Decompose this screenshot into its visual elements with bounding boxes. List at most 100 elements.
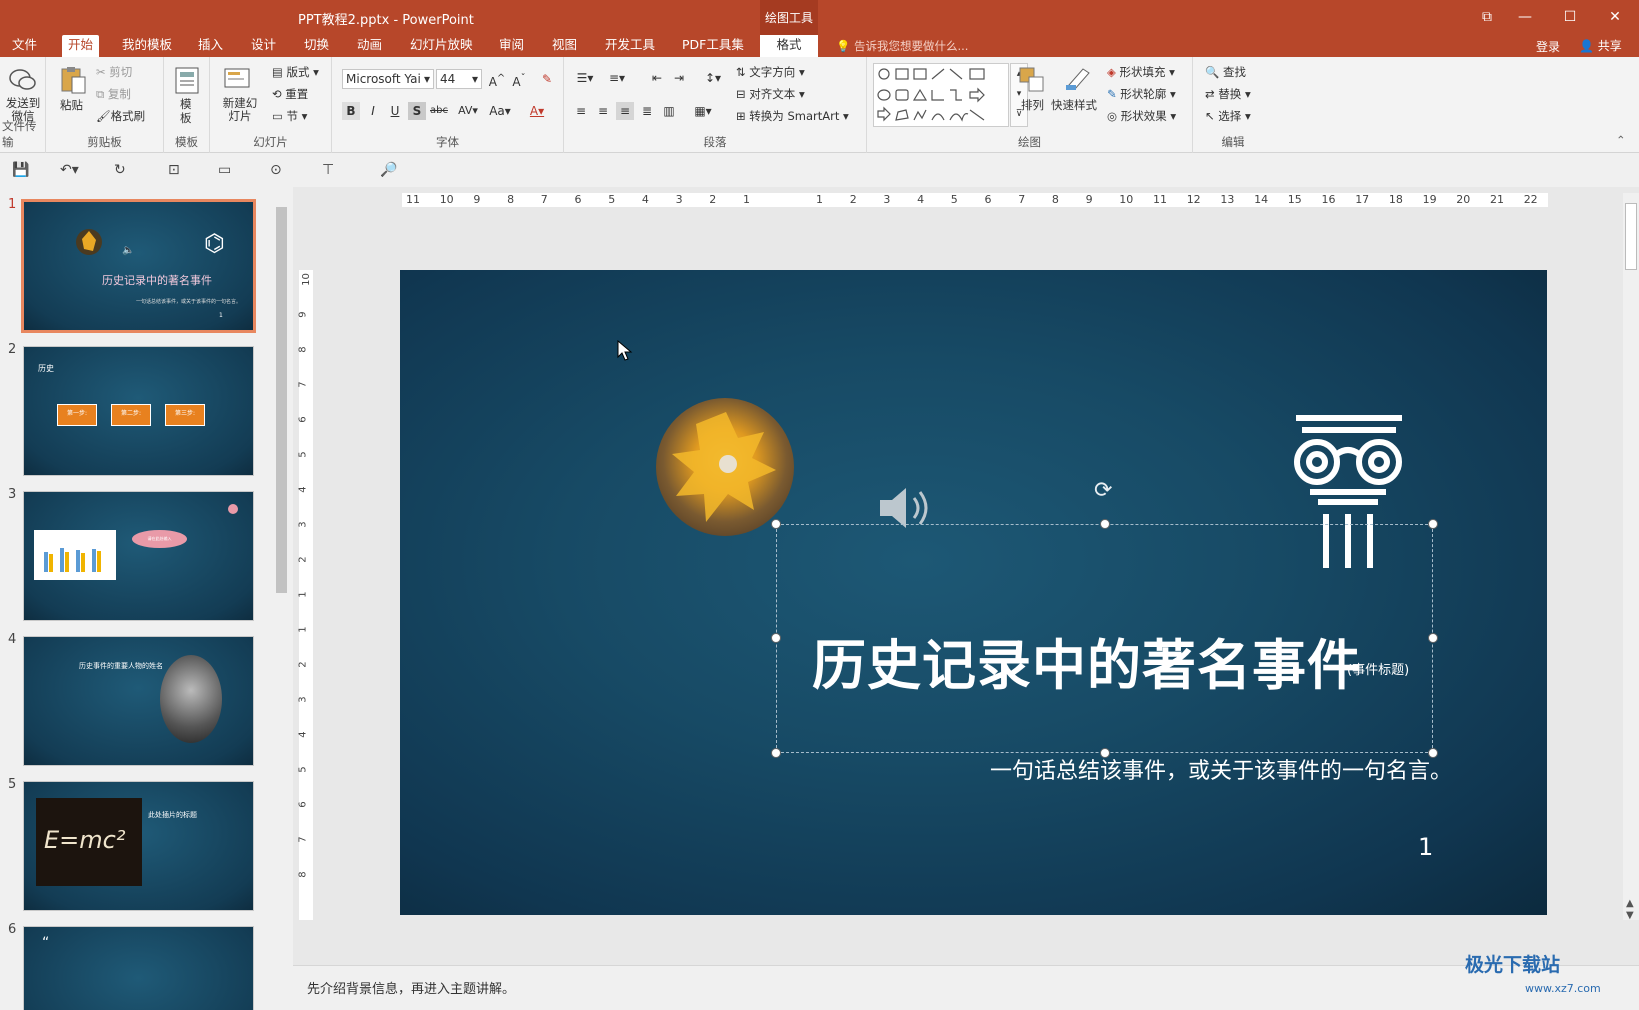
decrease-indent-icon[interactable]: ⇤ (648, 69, 666, 87)
tab-animations[interactable]: 动画 (351, 35, 388, 57)
bullets-icon[interactable]: ☰▾ (572, 69, 598, 87)
redo-icon[interactable]: ↻ (114, 162, 126, 178)
tab-slideshow[interactable]: 幻灯片放映 (404, 35, 479, 57)
copy-button[interactable]: ⧉ 复制 (96, 86, 131, 102)
arrange-button[interactable]: 排列 (1021, 97, 1044, 113)
resize-handle[interactable] (771, 748, 781, 758)
align-text-button[interactable]: ⊟ 对齐文本 ▾ (736, 86, 805, 102)
quick-styles-button[interactable]: 快速样式 (1051, 97, 1097, 113)
undo-icon[interactable]: ↶▾ (60, 162, 79, 178)
slide-thumbnail-5[interactable]: E=mc² 此处插片的标题 (23, 781, 254, 911)
layout-button[interactable]: ▤ 版式 ▾ (272, 64, 319, 80)
thumbnail-scrollbar-thumb[interactable] (276, 207, 287, 593)
login-link[interactable]: 登录 (1536, 38, 1560, 55)
italic-icon[interactable]: I (364, 102, 382, 120)
replace-button[interactable]: ⇄ 替换 ▾ (1205, 86, 1251, 102)
tab-format[interactable]: 格式 (760, 35, 818, 57)
find-button[interactable]: 🔍 查找 (1205, 64, 1246, 80)
editor-scrollbar-thumb[interactable] (1625, 203, 1637, 270)
rotate-handle-icon[interactable]: ⟳ (1094, 478, 1112, 503)
font-name-select[interactable]: Microsoft Yai ▾ (342, 69, 434, 89)
layout-qat-icon[interactable]: ▭ (218, 162, 231, 178)
ruler-tick-label: 4 (917, 193, 925, 206)
maximize-button[interactable]: ☐ (1555, 6, 1585, 28)
notes-pane[interactable]: 先介绍背景信息，再进入主题讲解。 (293, 965, 1639, 1010)
align-right-icon[interactable]: ≡ (616, 102, 634, 120)
paste-button[interactable]: 粘贴 (60, 97, 83, 113)
share-button[interactable]: 👤 共享 (1575, 36, 1626, 55)
slide-title-tag[interactable]: (事件标题) (1347, 659, 1409, 678)
shape-outline-button[interactable]: ✎ 形状轮廓 ▾ (1107, 86, 1176, 102)
underline-icon[interactable]: U (386, 102, 404, 120)
minimize-button[interactable]: — (1510, 6, 1540, 28)
save-icon[interactable]: 💾 (12, 162, 29, 178)
format-painter-button[interactable]: 🖌格式刷 (96, 108, 145, 124)
tab-file[interactable]: 文件 (6, 35, 43, 57)
slide-subtitle[interactable]: 一句话总结该事件，或关于该事件的一句名言。 (990, 753, 1452, 785)
notes-text[interactable]: 先介绍背景信息，再进入主题讲解。 (307, 978, 515, 997)
slide-thumbnail-1[interactable]: 🔈 ⌬ 历史记录中的著名事件 一句话总结该事件，或关于该事件的一句名言。 1 (21, 199, 256, 333)
line-spacing-icon[interactable]: ↕▾ (700, 69, 726, 87)
resize-handle[interactable] (1100, 519, 1110, 529)
font-color-icon[interactable]: A▾ (524, 102, 550, 120)
justify-icon[interactable]: ≣ (638, 102, 656, 120)
align-left-icon[interactable]: ≡ (572, 102, 590, 120)
tab-my-templates[interactable]: 我的模板 (116, 35, 178, 57)
shrink-font-icon[interactable]: Aˇ (510, 70, 528, 89)
section-button[interactable]: ▭ 节 ▾ (272, 108, 307, 124)
resize-handle[interactable] (771, 633, 781, 643)
increase-indent-icon[interactable]: ⇥ (670, 69, 688, 87)
char-spacing-icon[interactable]: AV▾ (454, 102, 482, 120)
slide-thumbnail-6[interactable]: “ (23, 926, 254, 1010)
select-button[interactable]: ↖ 选择 ▾ (1205, 108, 1251, 124)
collapse-ribbon-icon[interactable]: ⌃ (1616, 133, 1626, 147)
distributed-icon[interactable]: ▥ (660, 102, 678, 120)
shape-effects-button[interactable]: ◎ 形状效果 ▾ (1107, 108, 1176, 124)
ribbon-display-icon[interactable]: ⧉ (1472, 6, 1502, 28)
paint-bucket-icon: ◈ (1107, 65, 1116, 79)
resize-handle[interactable] (1428, 519, 1438, 529)
text-direction-button[interactable]: ⇅ 文字方向 ▾ (736, 64, 805, 80)
present-icon[interactable]: ⊙ (270, 162, 282, 178)
align-center-icon[interactable]: ≡ (594, 102, 612, 120)
editor-scrollbar[interactable] (1623, 193, 1639, 920)
slide-thumbnail-4[interactable]: 历史事件的重要人物的姓名 (23, 636, 254, 766)
slide-thumbnail-2[interactable]: 历史 第一步: 第二步: 第三步: (23, 346, 254, 476)
columns-icon[interactable]: ▦▾ (690, 102, 716, 120)
tell-me-box[interactable]: 💡 告诉我您想要做什么... (836, 38, 968, 54)
cut-button[interactable]: ✂ 剪切 (96, 64, 132, 80)
tab-pdf-tools[interactable]: PDF工具集 (676, 35, 750, 57)
shape-fill-button[interactable]: ◈ 形状填充 ▾ (1107, 64, 1175, 80)
numbering-icon[interactable]: ≡▾ (604, 69, 630, 87)
convert-smartart-button[interactable]: ⊞ 转换为 SmartArt ▾ (736, 108, 849, 124)
shapes-gallery[interactable] (873, 63, 1009, 127)
leaf-photo[interactable] (656, 398, 794, 536)
change-case-icon[interactable]: Aa▾ (486, 102, 514, 120)
slideshow-icon[interactable]: ⊤ (322, 162, 334, 178)
tab-design[interactable]: 设计 (245, 35, 282, 57)
shadow-icon[interactable]: S (408, 102, 426, 120)
clear-format-icon[interactable]: ✎ (538, 70, 556, 88)
slide-thumbnail-3[interactable]: 请在此处输入 (23, 491, 254, 621)
new-slide-button[interactable]: 新建幻灯片 (220, 97, 260, 123)
grow-font-icon[interactable]: A^ (488, 70, 506, 89)
tab-review[interactable]: 审阅 (493, 35, 530, 57)
bold-icon[interactable]: B (342, 102, 360, 120)
tab-view[interactable]: 视图 (546, 35, 583, 57)
tab-developer[interactable]: 开发工具 (599, 35, 661, 57)
close-button[interactable]: ✕ (1600, 6, 1630, 28)
slide-title[interactable]: 历史记录中的著名事件 (812, 621, 1362, 700)
font-size-select[interactable]: 44 ▾ (436, 69, 482, 89)
prev-next-slide-icon[interactable]: ▲ ▼ (1626, 898, 1634, 922)
template-button[interactable]: 模板 (180, 97, 194, 125)
resize-handle[interactable] (771, 519, 781, 529)
current-slide[interactable]: ⟳ 历史记录中的著名事件 (事件标题) 一句话总结该事件，或关于该事件的一句名言… (400, 270, 1547, 915)
new-slide-qat-icon[interactable]: ⊡ (168, 162, 180, 178)
tab-transitions[interactable]: 切换 (298, 35, 335, 57)
tab-insert[interactable]: 插入 (192, 35, 229, 57)
tab-home[interactable]: 开始 (62, 35, 100, 57)
reset-button[interactable]: ⟲ 重置 (272, 86, 308, 102)
print-preview-icon[interactable]: 🔎 (380, 162, 397, 178)
strikethrough-icon[interactable]: abc (430, 102, 448, 120)
resize-handle[interactable] (1428, 633, 1438, 643)
